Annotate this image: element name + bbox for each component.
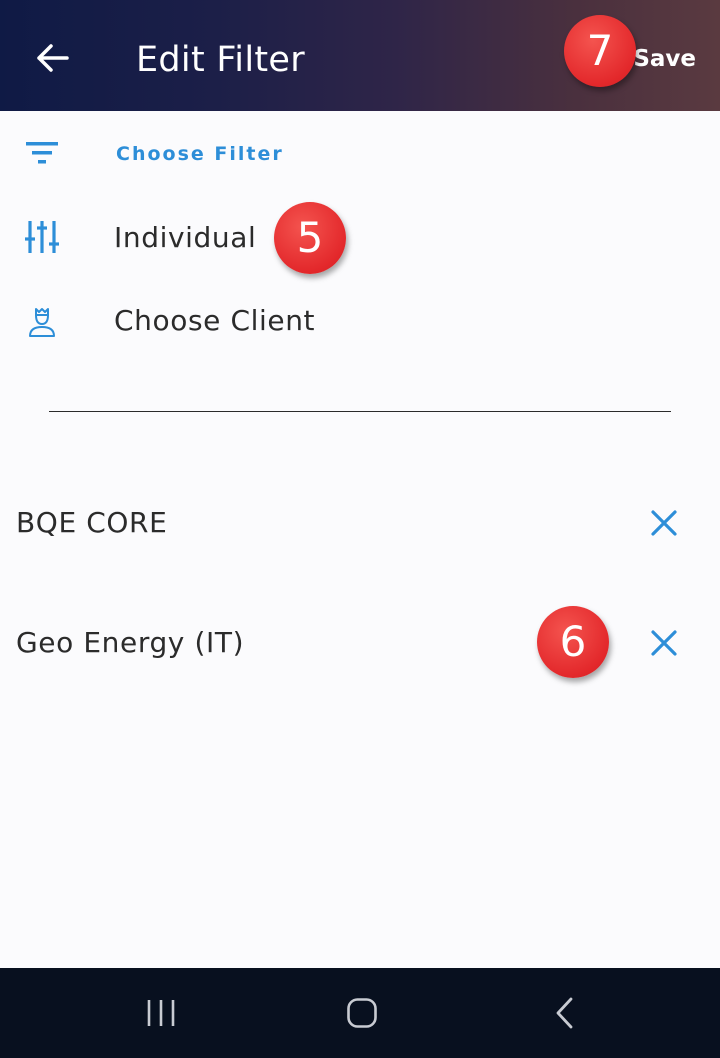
back-button[interactable] xyxy=(28,34,76,82)
filter-type-row[interactable]: Individual xyxy=(0,205,720,275)
client-name: BQE CORE xyxy=(16,506,168,539)
tune-sliders-icon xyxy=(22,217,62,257)
back-chevron-icon xyxy=(556,997,573,1029)
remove-client-button[interactable] xyxy=(640,619,688,667)
step-badge-save: 7 xyxy=(564,15,636,87)
client-list-item: BQE CORE xyxy=(0,488,720,558)
home-button[interactable] xyxy=(335,986,389,1040)
page-title: Edit Filter xyxy=(136,40,305,80)
recent-apps-button[interactable] xyxy=(134,986,188,1040)
choose-client-row[interactable]: Choose Client xyxy=(0,288,720,358)
save-button[interactable]: Save xyxy=(633,44,696,74)
client-name: Geo Energy (IT) xyxy=(16,626,245,659)
close-icon xyxy=(651,630,677,656)
client-list-item: Geo Energy (IT) xyxy=(0,608,720,678)
home-icon xyxy=(347,998,377,1028)
remove-client-button[interactable] xyxy=(640,499,688,547)
divider xyxy=(49,411,671,412)
system-nav-bar xyxy=(0,968,720,1058)
choose-filter-label: Choose Filter xyxy=(116,143,284,165)
step-badge-remove-client: 6 xyxy=(537,606,609,678)
step-badge-filter-type: 5 xyxy=(274,202,346,274)
system-back-button[interactable] xyxy=(537,986,591,1040)
recent-apps-icon xyxy=(147,1000,175,1026)
choose-client-label: Choose Client xyxy=(114,304,316,337)
arrow-left-icon xyxy=(37,44,69,72)
edit-filter-screen: Edit Filter Save 7 Choose Filter Individ… xyxy=(0,0,720,1058)
filter-icon xyxy=(22,133,62,173)
close-icon xyxy=(651,510,677,536)
client-person-icon xyxy=(22,302,62,342)
filter-type-value: Individual xyxy=(114,221,257,254)
